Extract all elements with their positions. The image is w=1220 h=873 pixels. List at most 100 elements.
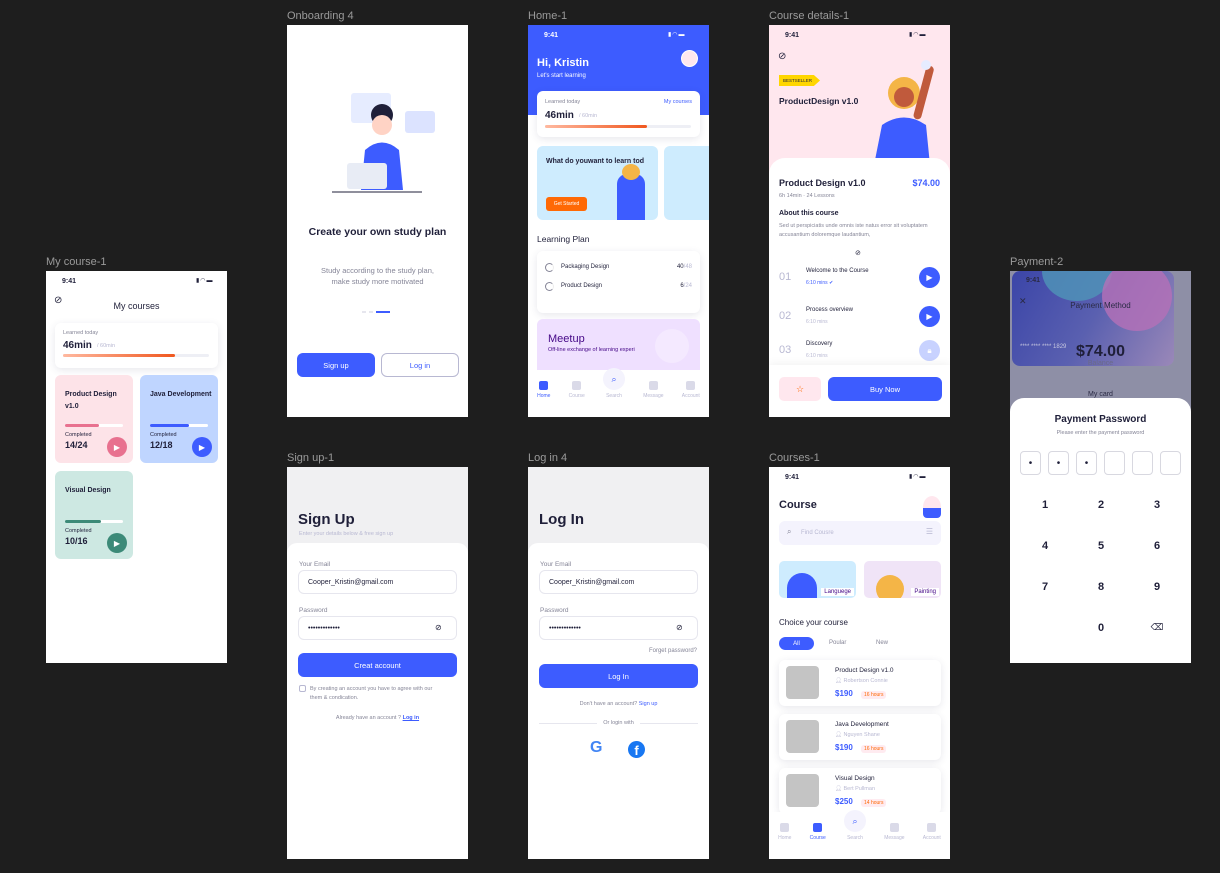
password-digit-box[interactable]: • bbox=[1048, 451, 1069, 475]
keypad-key[interactable]: 7 bbox=[1035, 581, 1055, 593]
category-language[interactable]: Languege bbox=[779, 561, 856, 598]
keypad-key[interactable]: 1 bbox=[1035, 499, 1055, 511]
balance-amount: $74.00 bbox=[1076, 343, 1125, 360]
sign-up-link[interactable]: Sign up bbox=[639, 701, 658, 707]
duration-text: 6:10 mins bbox=[806, 280, 828, 286]
course-list-item[interactable]: Product Design v1.0 👤︎ Robertson Connie … bbox=[779, 660, 941, 706]
my-course-frame: 9:41 ▮◠▬ ⊘ My courses Learned today 46mi… bbox=[46, 271, 227, 663]
keypad-key[interactable]: 8 bbox=[1091, 581, 1111, 593]
play-button[interactable]: ▶ bbox=[919, 306, 940, 327]
learned-progress bbox=[63, 354, 209, 357]
password-digit-box[interactable]: • bbox=[1076, 451, 1097, 475]
password-field[interactable]: ••••••••••••• bbox=[298, 616, 457, 640]
tab-popular[interactable]: Poular bbox=[829, 640, 846, 646]
course-card[interactable]: Product Design v1.0 Completed 14/24 ▶ bbox=[55, 375, 133, 463]
keypad-key[interactable]: 9 bbox=[1147, 581, 1167, 593]
plan-name: Product Design bbox=[561, 283, 603, 289]
email-field[interactable]: Cooper_Kristin@gmail.com bbox=[298, 570, 457, 594]
terms-checkbox[interactable] bbox=[299, 685, 306, 692]
email-field[interactable]: Cooper_Kristin@gmail.com bbox=[539, 570, 698, 594]
keypad-key[interactable]: 5 bbox=[1091, 540, 1111, 552]
onboarding-frame: Create your own study plan Study accordi… bbox=[287, 25, 468, 417]
status-time: 9:41 bbox=[544, 32, 559, 39]
password-label: Password bbox=[299, 607, 328, 614]
payment-frame: 9:41 ✕ Payment Method **** **** **** 182… bbox=[1010, 271, 1191, 663]
create-account-button[interactable]: Creat account bbox=[298, 653, 457, 677]
person-icon: 👤︎ bbox=[835, 678, 842, 684]
keypad-key[interactable]: 2 bbox=[1091, 499, 1111, 511]
lesson-row[interactable]: 03 Discovery 6:10 mins 🔒︎ bbox=[779, 338, 941, 364]
play-button[interactable]: ▶ bbox=[107, 533, 127, 553]
keypad-key[interactable]: 0 bbox=[1091, 622, 1111, 634]
lesson-row[interactable]: 01 Welcome to the Course 6:10 mins ✔ ▶ bbox=[779, 265, 941, 291]
nav-course[interactable]: Course bbox=[810, 823, 826, 841]
eye-off-icon[interactable]: ⊘ bbox=[435, 623, 442, 632]
sign-up-button[interactable]: Sign up bbox=[297, 353, 375, 377]
course-card[interactable]: Visual Design Completed 10/16 ▶ bbox=[55, 471, 133, 559]
avatar[interactable] bbox=[923, 496, 941, 518]
course-card-title: Product Design v1.0 bbox=[65, 391, 117, 410]
category-painting[interactable]: Painting bbox=[864, 561, 941, 598]
bottom-nav: Home Course ⌕ Search Message Account bbox=[528, 368, 709, 417]
course-card[interactable]: Java Development Completed 12/18 ▶ bbox=[140, 375, 218, 463]
password-digit-box[interactable]: • bbox=[1020, 451, 1041, 475]
nav-search[interactable]: ⌕ Search bbox=[844, 810, 867, 841]
password-field[interactable]: ••••••••••••• bbox=[539, 616, 698, 640]
choice-title: Choice your course bbox=[779, 618, 848, 627]
log-in-link[interactable]: Log in bbox=[403, 715, 420, 721]
keypad-key[interactable]: 6 bbox=[1147, 540, 1167, 552]
play-button[interactable]: ▶ bbox=[107, 437, 127, 457]
nav-message[interactable]: Message bbox=[643, 381, 664, 399]
nav-message[interactable]: Message bbox=[884, 823, 905, 841]
plan-item[interactable]: Product Design 6/24 bbox=[545, 280, 692, 292]
nav-account[interactable]: Account bbox=[923, 823, 941, 841]
password-digit-box[interactable] bbox=[1104, 451, 1125, 475]
plan-total: /48 bbox=[683, 264, 692, 270]
keypad-key[interactable]: 4 bbox=[1035, 540, 1055, 552]
favorite-star-button[interactable]: ☆ bbox=[779, 377, 821, 401]
banner-card-2[interactable] bbox=[664, 146, 709, 220]
meetup-subtitle: Off-line exchange of learning experi bbox=[548, 347, 635, 353]
nav-home[interactable]: Home bbox=[778, 823, 791, 841]
nav-account[interactable]: Account bbox=[682, 381, 700, 399]
forgot-password-link[interactable]: Forget password? bbox=[649, 648, 697, 654]
nav-course[interactable]: Course bbox=[569, 381, 585, 399]
facebook-icon[interactable]: f bbox=[628, 741, 645, 758]
filter-icon[interactable]: ☰ bbox=[926, 527, 933, 536]
backspace-key[interactable]: ⌫ bbox=[1147, 622, 1167, 633]
lesson-title: Welcome to the Course bbox=[806, 268, 869, 274]
play-button[interactable]: ▶ bbox=[192, 437, 212, 457]
sign-up-frame: Sign Up Enter your details below & free … bbox=[287, 467, 468, 859]
course-price: $74.00 bbox=[912, 178, 940, 188]
eye-off-icon[interactable]: ⊘ bbox=[676, 623, 683, 632]
plan-item[interactable]: Packaging Design 40/48 bbox=[545, 261, 692, 273]
get-started-button[interactable]: Get Started bbox=[546, 197, 587, 211]
nav-label: Course bbox=[809, 835, 826, 841]
learned-goal: / 60min bbox=[97, 343, 116, 349]
google-icon[interactable]: G bbox=[590, 739, 602, 757]
search-input[interactable]: ⌕ Find Cousre ☰ bbox=[779, 521, 941, 545]
nav-search[interactable]: ⌕ Search bbox=[603, 368, 626, 399]
avatar[interactable] bbox=[681, 50, 698, 67]
buy-now-button[interactable]: Buy Now bbox=[828, 377, 942, 401]
meetup-title: Meetup bbox=[548, 333, 585, 345]
password-digit-box[interactable] bbox=[1132, 451, 1153, 475]
play-button[interactable]: ▶ bbox=[919, 267, 940, 288]
lock-icon[interactable]: 🔒︎ bbox=[919, 340, 940, 361]
eye-off-icon[interactable]: ⊘ bbox=[778, 51, 786, 62]
nav-home[interactable]: Home bbox=[537, 381, 550, 399]
my-courses-link[interactable]: My courses bbox=[664, 99, 692, 105]
log-in-button[interactable]: Log In bbox=[539, 664, 698, 688]
keypad-key[interactable]: 3 bbox=[1147, 499, 1167, 511]
course-list-item[interactable]: Visual Design 👤︎ Bert Pullman $250 14 ho… bbox=[779, 768, 941, 814]
course-list-item[interactable]: Java Development 👤︎ Nguyen Shane $190 16… bbox=[779, 714, 941, 760]
frame-label: Log in 4 bbox=[528, 452, 568, 464]
password-digit-box[interactable] bbox=[1160, 451, 1181, 475]
log-in-button[interactable]: Log in bbox=[381, 353, 459, 377]
tab-all[interactable]: All bbox=[779, 637, 814, 650]
lesson-row[interactable]: 02 Process overview 6:10 mins ▶ bbox=[779, 304, 941, 330]
tab-new[interactable]: New bbox=[876, 640, 888, 646]
banner-card[interactable]: What do youwant to learn tod Get Started bbox=[537, 146, 658, 220]
eye-off-icon[interactable]: ⊘ bbox=[855, 249, 861, 257]
course-hours: 16 hours bbox=[861, 691, 887, 699]
